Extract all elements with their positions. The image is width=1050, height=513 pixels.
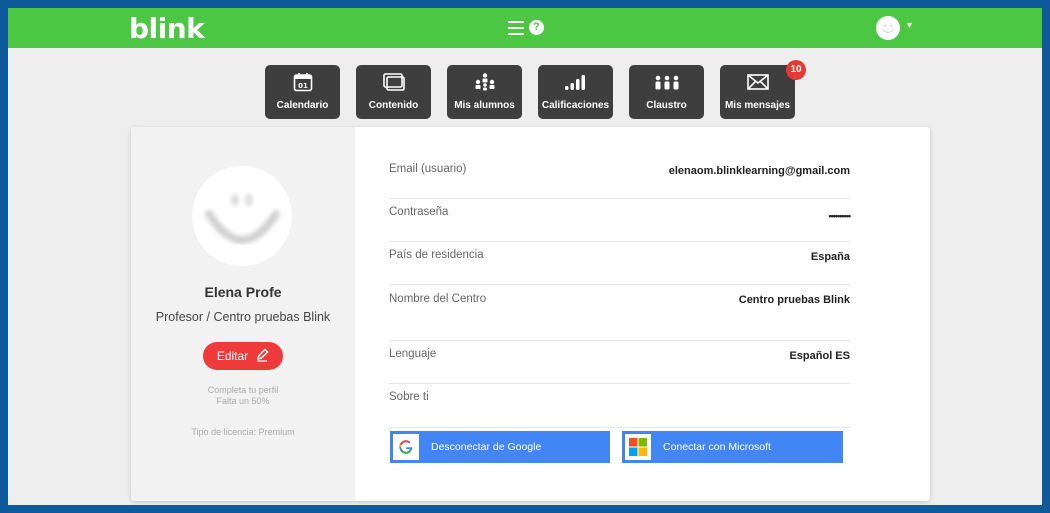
nav-mis-mensajes[interactable]: Mis mensajes: [720, 65, 795, 119]
calendar-icon: 01: [265, 71, 340, 93]
faculty-icon: [629, 71, 704, 93]
field-language: Lenguaje Español ES: [389, 348, 850, 384]
google-button-label: Desconectar de Google: [431, 441, 542, 453]
nav-claustro[interactable]: Claustro: [629, 65, 704, 119]
nav-label: Claustro: [646, 100, 687, 111]
chevron-down-icon[interactable]: ▼: [905, 20, 914, 30]
field-value: elenaom.blinklearning@gmail.com: [668, 165, 850, 177]
edit-label: Editar: [216, 349, 249, 363]
nav-mis-alumnos[interactable]: Mis alumnos: [447, 65, 522, 119]
calendar-day: 01: [298, 82, 308, 90]
nav-calificaciones[interactable]: Calificaciones: [538, 65, 613, 119]
profile-role: Profesor / Centro pruebas Blink: [155, 310, 331, 324]
field-label: País de residencia: [389, 249, 484, 261]
help-icon[interactable]: ?: [529, 20, 544, 35]
field-value: Centro pruebas Blink: [738, 294, 850, 306]
google-disconnect-button[interactable]: Desconectar de Google: [390, 431, 610, 463]
envelope-icon: [720, 71, 795, 93]
nav-calendario[interactable]: 01 Calendario: [265, 65, 340, 119]
messages-badge: 10: [786, 60, 806, 80]
field-country: País de residencia España: [389, 249, 850, 285]
field-value: España: [810, 251, 850, 263]
nav-label: Contenido: [368, 100, 419, 111]
pencil-icon: [255, 347, 269, 365]
screens-icon: [356, 71, 431, 93]
profile-sidebar: Elena Profe Profesor / Centro pruebas Bl…: [131, 127, 355, 501]
nav-label: Calendario: [276, 100, 329, 111]
microsoft-icon: [625, 434, 651, 460]
nav-label: Mis alumnos: [454, 100, 515, 111]
field-label: Sobre ti: [389, 391, 429, 403]
field-password: Contraseña ••••••••••: [389, 206, 851, 242]
profile-completion: Completa tu perfil: [207, 385, 279, 395]
edit-button[interactable]: Editar: [203, 342, 283, 370]
microsoft-button-label: Conectar con Microsoft: [663, 441, 771, 453]
grades-icon: [538, 71, 613, 93]
field-value: Español ES: [789, 350, 850, 362]
user-avatar[interactable]: [876, 16, 900, 40]
field-about: Sobre ti: [389, 391, 850, 428]
blink-logo[interactable]: blink: [129, 12, 205, 45]
field-label: Email (usuario): [389, 163, 467, 175]
app-window: blink ? ▼ 01 Calendario Contenido Mis al…: [8, 8, 1042, 505]
field-label: Lenguaje: [389, 348, 437, 360]
profile-card: Elena Profe Profesor / Centro pruebas Bl…: [131, 127, 930, 501]
field-label: Contraseña: [389, 206, 449, 218]
menu-icon[interactable]: [508, 21, 524, 35]
top-bar: blink ? ▼: [8, 8, 1042, 48]
field-school: Nombre del Centro Centro pruebas Blink: [389, 293, 850, 341]
microsoft-connect-button[interactable]: Conectar con Microsoft: [622, 431, 843, 463]
field-label: Nombre del Centro: [389, 293, 487, 305]
nav-label: Mis mensajes: [724, 100, 791, 111]
profile-name: Elena Profe: [204, 284, 282, 300]
profile-missing: Falta un 50%: [216, 396, 270, 406]
license-type: Tipo de licencia: Premium: [191, 427, 295, 437]
google-icon: [393, 434, 419, 460]
field-value: ••••••••••: [828, 211, 850, 221]
nav-label: Calificaciones: [541, 100, 610, 111]
profile-avatar[interactable]: [192, 166, 292, 266]
nav-contenido[interactable]: Contenido: [356, 65, 431, 119]
students-icon: [447, 71, 522, 93]
field-email: Email (usuario) elenaom.blinklearning@gm…: [389, 163, 850, 199]
